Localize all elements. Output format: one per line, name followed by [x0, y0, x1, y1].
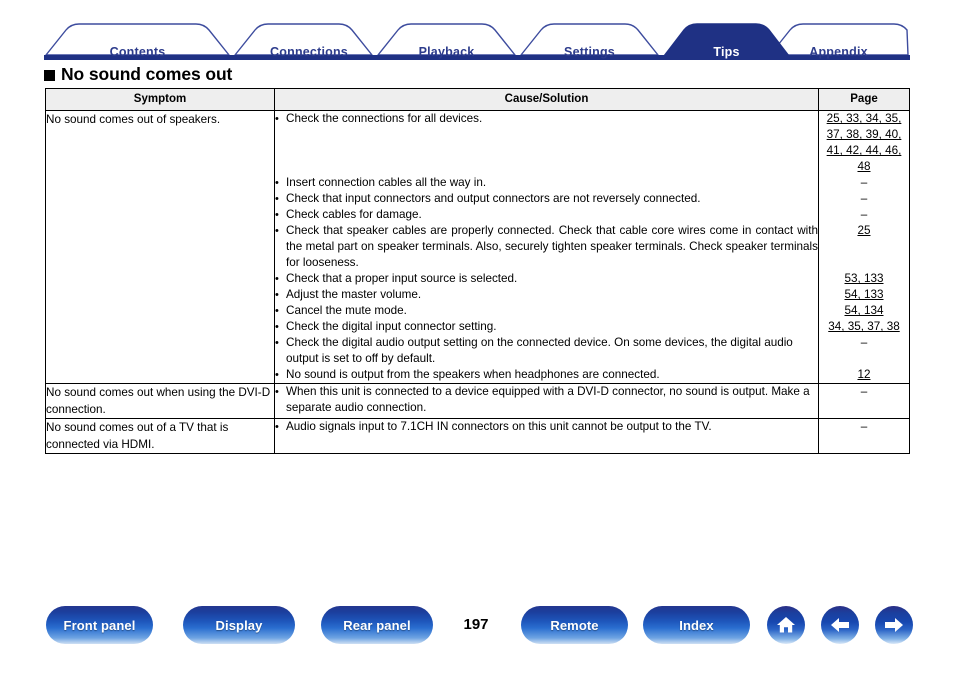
- list-item: Check the digital audio output setting o…: [275, 335, 818, 367]
- list-item: No sound is output from the speakers whe…: [275, 367, 818, 383]
- list-item: Insert connection cables all the way in.: [275, 175, 818, 191]
- page-ref[interactable]: 53, 133: [845, 272, 884, 285]
- cell-symptom: No sound comes out of speakers.: [45, 110, 275, 384]
- table-row: No sound comes out of a TV that is conne…: [45, 418, 910, 454]
- cell-page: 25, 33, 34, 35, 37, 38, 39, 40, 41, 42, …: [818, 110, 910, 384]
- table-row: No sound comes out of speakers. Check th…: [45, 110, 910, 384]
- cause-list: Check the connections for all devices. I…: [275, 111, 818, 383]
- home-button[interactable]: [767, 606, 805, 644]
- list-item: Check that input connectors and output c…: [275, 191, 818, 207]
- tab-contents[interactable]: Contents: [84, 45, 191, 59]
- list-item: Adjust the master volume.: [275, 287, 818, 303]
- page-ref[interactable]: 37, 38, 39, 40,: [827, 128, 902, 141]
- column-header-symptom: Symptom: [45, 88, 275, 111]
- cell-cause: Audio signals input to 7.1CH IN connecto…: [274, 418, 819, 454]
- footer-button-display[interactable]: Display: [183, 606, 295, 644]
- cell-cause: When this unit is connected to a device …: [274, 383, 819, 419]
- list-item: Check the connections for all devices.: [275, 111, 818, 127]
- page-ref[interactable]: 25, 33, 34, 35,: [827, 112, 902, 125]
- arrow-right-icon: [885, 618, 903, 632]
- cause-list: Audio signals input to 7.1CH IN connecto…: [275, 419, 818, 435]
- cell-page: –: [818, 383, 910, 419]
- cause-list: When this unit is connected to a device …: [275, 384, 818, 416]
- page-ref[interactable]: 54, 134: [845, 304, 884, 317]
- footer-button-front-panel[interactable]: Front panel: [46, 606, 153, 644]
- tab-settings[interactable]: Settings: [537, 45, 642, 59]
- page-ref-none: –: [860, 208, 868, 221]
- list-item: Cancel the mute mode.: [275, 303, 818, 319]
- footer-button-remote[interactable]: Remote: [521, 606, 628, 644]
- tab-connections[interactable]: Connections: [249, 45, 369, 59]
- footer-button-rear-panel[interactable]: Rear panel: [321, 606, 433, 644]
- troubleshooting-table: Symptom Cause/Solution Page No sound com…: [45, 88, 910, 454]
- cell-symptom: No sound comes out when using the DVI-D …: [45, 383, 275, 419]
- page-number: 197: [463, 616, 489, 633]
- page-title: No sound comes out: [44, 64, 232, 85]
- column-header-cause: Cause/Solution: [274, 88, 819, 111]
- footer-navigation: Front panel Display Rear panel 197 Remot…: [0, 606, 954, 652]
- list-item: Check that speaker cables are properly c…: [275, 223, 818, 271]
- page-ref-none: –: [860, 336, 868, 349]
- page-ref[interactable]: 48: [857, 160, 870, 173]
- page-ref[interactable]: 41, 42, 44, 46,: [827, 144, 902, 157]
- page-ref-none: –: [860, 420, 868, 433]
- home-icon: [777, 617, 795, 633]
- table-row: No sound comes out when using the DVI-D …: [45, 383, 910, 419]
- list-item: Check that a proper input source is sele…: [275, 271, 818, 287]
- cell-cause: Check the connections for all devices. I…: [274, 110, 819, 384]
- back-button[interactable]: [821, 606, 859, 644]
- page-ref[interactable]: 34, 35, 37, 38: [828, 320, 899, 333]
- footer-button-index[interactable]: Index: [643, 606, 750, 644]
- tab-playback[interactable]: Playback: [394, 45, 499, 59]
- page-ref[interactable]: 54, 133: [845, 288, 884, 301]
- arrow-left-icon: [831, 618, 849, 632]
- table-header-row: Symptom Cause/Solution Page: [45, 88, 910, 111]
- list-item: When this unit is connected to a device …: [275, 384, 818, 416]
- cell-page: –: [818, 418, 910, 454]
- page-ref[interactable]: 12: [857, 368, 870, 381]
- cell-symptom: No sound comes out of a TV that is conne…: [45, 418, 275, 454]
- column-header-page: Page: [818, 88, 910, 111]
- list-item: Check cables for damage.: [275, 207, 818, 223]
- page-ref-none: –: [860, 385, 868, 398]
- tab-appendix[interactable]: Appendix: [786, 45, 891, 59]
- page-ref-none: –: [860, 176, 868, 189]
- forward-button[interactable]: [875, 606, 913, 644]
- bullet-square-icon: [44, 70, 55, 81]
- tab-tips[interactable]: Tips: [680, 45, 773, 59]
- list-item: Check the digital input connector settin…: [275, 319, 818, 335]
- tab-bar: Contents Connections Playback Settings T…: [44, 22, 910, 60]
- page-ref-none: –: [860, 192, 868, 205]
- page-ref[interactable]: 25: [857, 224, 870, 237]
- list-item: Audio signals input to 7.1CH IN connecto…: [275, 419, 818, 435]
- page-title-text: No sound comes out: [61, 64, 233, 84]
